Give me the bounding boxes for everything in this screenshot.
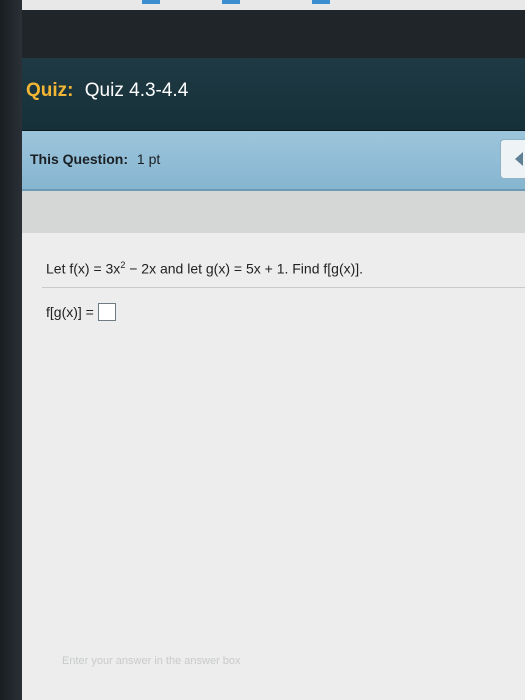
side-panel-toggle[interactable] bbox=[500, 139, 525, 179]
browser-top-strip bbox=[22, 0, 525, 10]
answer-row: f[g(x)] = bbox=[46, 303, 116, 321]
screen-bezel bbox=[0, 0, 22, 700]
toolbar-band bbox=[22, 191, 525, 233]
question-points-value: 1 pt bbox=[136, 151, 161, 167]
answer-input[interactable] bbox=[97, 303, 116, 321]
chevron-left-icon bbox=[515, 152, 523, 166]
problem-text-part-1: Let f(x) = 3x bbox=[46, 260, 121, 277]
question-info-bar: This Question: 1 pt bbox=[22, 131, 525, 191]
question-points: This Question: 1 pt bbox=[30, 151, 160, 167]
tab-indicator bbox=[142, 0, 160, 4]
question-label: This Question: bbox=[30, 151, 128, 167]
answer-label: f[g(x)] = bbox=[46, 304, 94, 320]
tab-indicator bbox=[312, 0, 330, 4]
divider bbox=[42, 287, 525, 288]
quiz-label: Quiz: bbox=[26, 80, 74, 101]
app-header bbox=[22, 10, 525, 58]
problem-text-part-2: − 2x and let g(x) = 5x + 1. Find f[g(x)]… bbox=[125, 260, 364, 277]
problem-statement: Let f(x) = 3x2 − 2x and let g(x) = 5x + … bbox=[46, 260, 363, 277]
tab-indicator bbox=[222, 0, 240, 4]
quiz-title: Quiz: Quiz 4.3-4.4 bbox=[26, 80, 188, 102]
question-content: Let f(x) = 3x2 − 2x and let g(x) = 5x + … bbox=[22, 233, 525, 700]
quiz-name: Quiz 4.3-4.4 bbox=[84, 80, 189, 101]
quiz-title-bar: Quiz: Quiz 4.3-4.4 bbox=[22, 58, 525, 131]
answer-hint: Enter your answer in the answer box bbox=[62, 655, 241, 667]
